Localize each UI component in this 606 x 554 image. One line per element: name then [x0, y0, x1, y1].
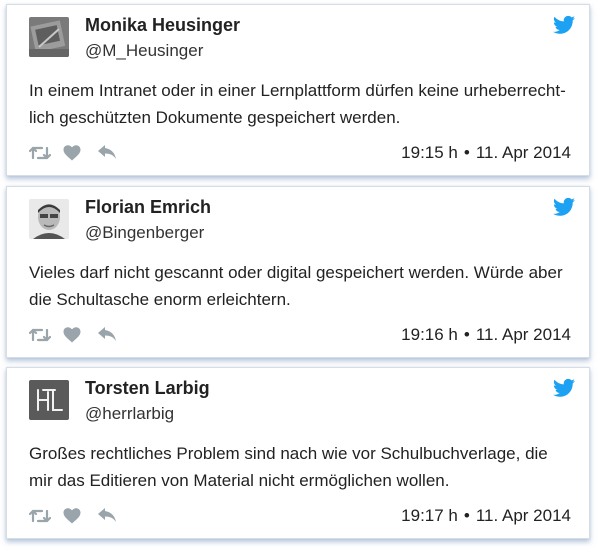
tweet-card[interactable]: Torsten Larbig @herrlarbig Großes rechtl… [6, 367, 590, 539]
tweet-time: 19:15 h [401, 143, 458, 162]
tweet-card[interactable]: Monika Heusinger @M_Heusinger In einem I… [6, 4, 590, 176]
twitter-bird-icon[interactable] [553, 378, 575, 398]
tweet-time: 19:16 h [401, 325, 458, 344]
retweet-icon[interactable] [29, 327, 51, 343]
retweet-icon[interactable] [29, 508, 51, 524]
twitter-bird-icon[interactable] [553, 197, 575, 217]
tweet-actions [29, 506, 117, 526]
retweet-icon[interactable] [29, 145, 51, 161]
separator: • [463, 143, 470, 162]
author-name[interactable]: Monika Heusinger [85, 15, 240, 36]
avatar[interactable] [29, 199, 69, 239]
avatar[interactable] [29, 17, 69, 57]
tweet-feed: Monika Heusinger @M_Heusinger In einem I… [0, 0, 606, 554]
tweet-date: 11. Apr 2014 [475, 143, 571, 162]
tweet-time: 19:17 h [401, 506, 458, 525]
tweet-card[interactable]: Florian Emrich @Bingenberger Vieles darf… [6, 186, 590, 358]
avatar[interactable] [29, 380, 69, 420]
tweet-date: 11. Apr 2014 [475, 506, 571, 525]
tweet-text: Großes rechtliches Problem sind nach wie… [29, 444, 548, 490]
heart-icon[interactable] [63, 145, 81, 161]
tweet-actions [29, 325, 117, 345]
tweet-timestamp[interactable]: 19:16 h • 11. Apr 2014 [401, 325, 571, 345]
author-name[interactable]: Florian Emrich [85, 197, 211, 218]
separator: • [463, 325, 470, 344]
heart-icon[interactable] [63, 508, 81, 524]
author-handle[interactable]: @M_Heusinger [85, 41, 203, 61]
tweet-timestamp[interactable]: 19:15 h • 11. Apr 2014 [401, 143, 571, 163]
author-handle[interactable]: @herrlarbig [85, 404, 174, 424]
tweet-text: In einem Intranet oder in einer Lernplat… [29, 81, 566, 127]
reply-icon[interactable] [97, 508, 117, 524]
tweet-date: 11. Apr 2014 [475, 325, 571, 344]
tweet-actions [29, 143, 117, 163]
tweet-text: Vieles darf nicht gescannt oder digital … [29, 263, 563, 309]
reply-icon[interactable] [97, 145, 117, 161]
author-handle[interactable]: @Bingenberger [85, 223, 204, 243]
tweet-timestamp[interactable]: 19:17 h • 11. Apr 2014 [401, 506, 571, 526]
author-name[interactable]: Torsten Larbig [85, 378, 210, 399]
separator: • [463, 506, 470, 525]
twitter-bird-icon[interactable] [553, 15, 575, 35]
heart-icon[interactable] [63, 327, 81, 343]
reply-icon[interactable] [97, 327, 117, 343]
